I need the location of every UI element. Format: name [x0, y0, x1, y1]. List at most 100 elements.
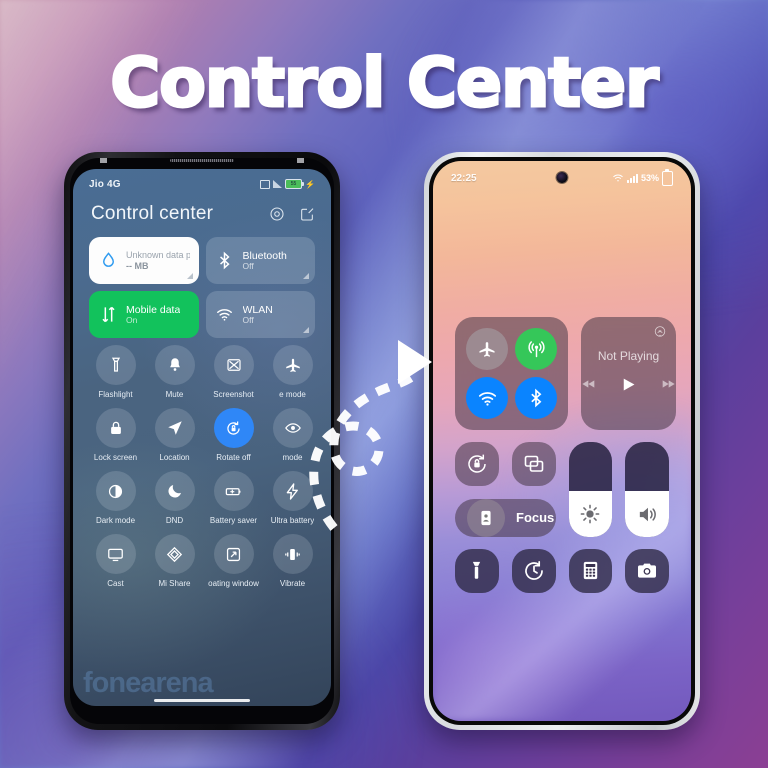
brightness-slider[interactable] — [568, 442, 613, 537]
toggle-location[interactable]: Location — [146, 408, 203, 462]
toggle-label: Flashlight — [98, 390, 133, 399]
left-phone-screen: Jio 4G 55 ⚡ Control center Unknown data … — [73, 169, 331, 706]
signal-bars-icon — [626, 173, 638, 183]
flashlight-shortcut[interactable] — [455, 548, 499, 593]
lightning-bolt-icon — [272, 471, 313, 511]
camera-shortcut[interactable] — [625, 548, 669, 593]
card-title: Mobile data — [126, 303, 181, 316]
page-title: Control Center — [109, 43, 660, 125]
battery-icon: 55 — [285, 179, 305, 189]
toggle-dark-mode[interactable]: Dark mode — [87, 471, 144, 525]
floating-window-icon — [213, 534, 254, 574]
focus-tile[interactable]: Focus — [455, 498, 556, 537]
sim-icon — [260, 179, 271, 189]
volume-slider[interactable] — [625, 442, 669, 537]
wlan-card[interactable]: WLAN Off — [205, 291, 315, 338]
play-icon[interactable] — [619, 375, 638, 399]
toggle-label: Ultra battery — [270, 516, 315, 525]
eye-icon — [272, 408, 313, 448]
toggle-label: DND — [165, 516, 184, 525]
earpiece-speaker-icon — [170, 159, 234, 162]
wifi-button[interactable] — [466, 377, 508, 419]
card-subtitle: Off — [242, 260, 254, 271]
toggle-flashlight[interactable]: Flashlight — [87, 345, 144, 399]
wlan-text: WLAN Off — [243, 304, 273, 326]
expand-corner-icon[interactable] — [303, 273, 309, 279]
toggle-label: Lock screen — [93, 453, 138, 462]
left-status-bar: Jio 4G 55 ⚡ — [73, 169, 331, 199]
bluetooth-text: Bluetooth Off — [243, 250, 287, 272]
screen-mirroring-tile[interactable] — [511, 442, 556, 486]
toggle-label: Rotate off — [216, 453, 251, 462]
screenshot-root: Control Center Jio 4G 55 ⚡ Control cente… — [0, 0, 768, 768]
forward-icon[interactable] — [660, 376, 676, 397]
bluetooth-button[interactable] — [515, 377, 557, 419]
edit-icon[interactable] — [299, 206, 315, 222]
card-title: Bluetooth — [242, 249, 287, 262]
toggle-vibrate[interactable]: Vibrate — [264, 534, 321, 588]
toggle-floating-window[interactable]: oating window — [205, 534, 262, 588]
toggle-screenshot[interactable]: Screenshot — [205, 345, 262, 399]
status-icons: 55 ⚡ — [260, 179, 315, 189]
airplane-mode-button[interactable] — [466, 328, 508, 370]
toggle-airplane-mode[interactable]: e mode — [264, 345, 321, 399]
page-header-title: Control center — [91, 203, 214, 224]
carrier-label: Jio 4G — [89, 178, 121, 190]
clock-label: 22:25 — [451, 172, 477, 184]
toggle-lock-screen[interactable]: Lock screen — [87, 408, 144, 462]
calculator-shortcut[interactable] — [568, 548, 613, 593]
toggle-label: Dark mode — [95, 516, 136, 525]
left-phone-bezel: Jio 4G 55 ⚡ Control center Unknown data … — [70, 158, 334, 724]
toggle-rotate[interactable]: Rotate off — [205, 408, 262, 462]
toggle-mi-share[interactable]: Mi Share — [146, 534, 203, 588]
right-phone-screen: 22:25 53% Not Playing Focus — [433, 161, 691, 721]
timer-shortcut[interactable] — [511, 548, 556, 593]
toggle-label: Screenshot — [213, 390, 254, 399]
toggle-label: mode — [282, 453, 303, 462]
rotation-lock-tile[interactable] — [455, 442, 499, 486]
location-arrow-icon — [154, 408, 195, 448]
media-title: Not Playing — [597, 348, 660, 363]
data-plan-card[interactable]: Unknown data plan -- MB — [89, 237, 199, 284]
home-indicator[interactable] — [154, 699, 250, 702]
watermark: fonearena — [83, 667, 214, 699]
signal-icon — [273, 180, 283, 188]
header-actions — [269, 206, 315, 222]
data-arrows-icon — [98, 305, 118, 325]
left-phone: Jio 4G 55 ⚡ Control center Unknown data … — [64, 152, 340, 730]
toggle-label: Vibrate — [279, 579, 306, 588]
card-title: Unknown data plan — [126, 250, 190, 261]
monitor-icon — [95, 534, 136, 574]
cc-row-connectivity: Not Playing — [455, 317, 676, 430]
toggle-label: Cast — [107, 579, 124, 588]
toggle-reading-mode[interactable]: mode — [264, 408, 321, 462]
bluetooth-card[interactable]: Bluetooth Off — [205, 237, 315, 284]
cc-row-tiles: Focus — [455, 442, 669, 537]
contrast-icon — [95, 471, 136, 511]
toggle-cast[interactable]: Cast — [87, 534, 144, 588]
mobile-data-card[interactable]: Mobile data On — [89, 291, 199, 338]
bezel-tab-left — [100, 158, 107, 163]
charging-bolt-icon: ⚡ — [305, 179, 315, 189]
media-player-card[interactable]: Not Playing — [581, 317, 676, 430]
toggle-ultra-battery[interactable]: Ultra battery — [264, 471, 321, 525]
toggle-dnd[interactable]: DND — [146, 471, 203, 525]
card-subtitle: -- MB — [126, 260, 149, 271]
expand-corner-icon[interactable] — [186, 273, 193, 279]
airplay-icon[interactable] — [653, 325, 667, 344]
focus-label: Focus — [516, 510, 555, 526]
volume-fill — [625, 491, 669, 537]
cellular-data-button[interactable] — [515, 328, 557, 370]
settings-gear-icon[interactable] — [269, 206, 285, 222]
toggle-battery-saver[interactable]: Battery saver — [205, 471, 262, 525]
toggle-label: Location — [159, 453, 190, 462]
lock-icon — [95, 408, 136, 448]
toggle-mute[interactable]: Mute — [146, 345, 203, 399]
screenshot-icon — [213, 345, 254, 385]
expand-corner-icon[interactable] — [303, 327, 309, 333]
mobile-data-text: Mobile data On — [126, 304, 180, 326]
bluetooth-icon — [215, 251, 235, 271]
toggle-label: oating window — [208, 579, 259, 588]
connectivity-card — [455, 317, 568, 430]
rewind-icon[interactable] — [581, 376, 597, 397]
